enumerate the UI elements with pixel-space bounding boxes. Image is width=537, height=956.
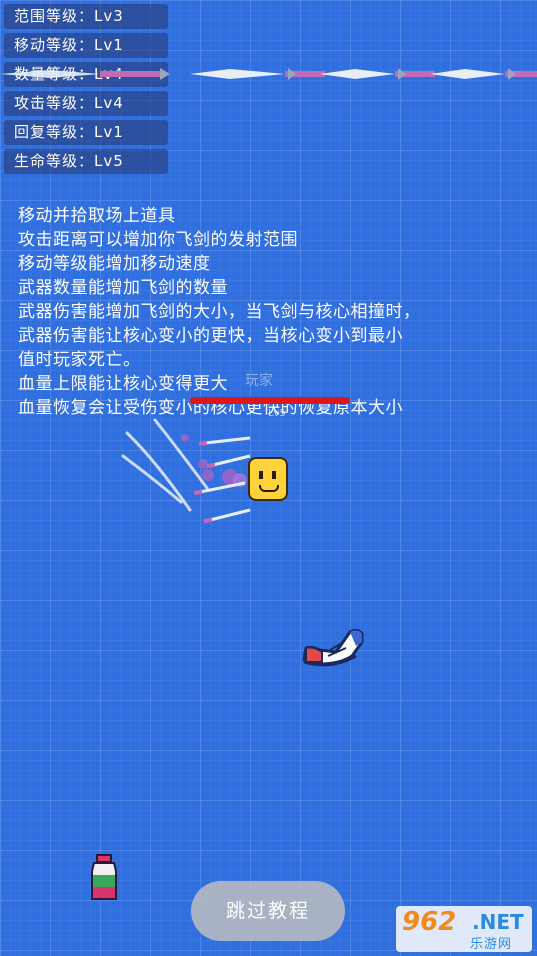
slash-trail: [121, 418, 209, 512]
watermark-suffix: .NET: [472, 910, 524, 934]
sneaker-icon: [300, 622, 368, 674]
flying-sword-icon: [193, 481, 246, 495]
stat-health-level: 生命等级：Lv5: [4, 149, 168, 174]
tutorial-line: 移动等级能增加移动速度: [18, 254, 211, 274]
smiley-face-icon: [248, 457, 288, 501]
tutorial-line: 移动并拾取场上道具: [18, 206, 176, 226]
stat-attack-level: 攻击等级：Lv4: [4, 91, 168, 116]
stat-range-level: 范围等级：Lv3: [4, 4, 168, 29]
player-name: 玩家: [245, 373, 273, 389]
stats-panel: 范围等级：Lv3 移动等级：Lv1 数量等级：Lv4 攻击等级：Lv4 回复等级…: [4, 4, 168, 178]
player-swords: [121, 418, 251, 523]
player: 玩家 Lv5: [115, 360, 375, 560]
skip-tutorial-button[interactable]: 跳过教程: [191, 881, 345, 941]
flying-sword-icon: [320, 68, 435, 80]
tutorial-line: 武器伤害能让核心变小的更快，当核心变小到最小: [18, 326, 403, 346]
stat-regen-level: 回复等级：Lv1: [4, 120, 168, 145]
flying-sword-icon: [0, 68, 170, 80]
tutorial-line: 武器伤害能增加飞剑的大小，当飞剑与核心相撞时，: [18, 302, 421, 322]
tutorial-line: 武器数量能增加飞剑的数量: [18, 278, 228, 298]
stat-move-level: 移动等级：Lv1: [4, 33, 168, 58]
flying-sword-icon: [198, 436, 251, 446]
player-level: Lv5: [268, 408, 286, 419]
site-watermark: 962 .NET 乐游网: [396, 906, 532, 952]
player-hp-bar: [190, 397, 350, 404]
flying-sword-icon: [430, 68, 537, 80]
flying-sword-icon: [190, 68, 325, 80]
tutorial-line: 攻击距离可以增加你飞剑的发射范围: [18, 230, 298, 250]
potion-bottle-icon: [88, 853, 120, 903]
flying-sword-icon: [206, 454, 251, 468]
watermark-number: 962: [402, 907, 457, 937]
sword-row: [0, 62, 537, 86]
watermark-site: 乐游网: [470, 937, 513, 952]
flying-sword-icon: [203, 508, 251, 523]
